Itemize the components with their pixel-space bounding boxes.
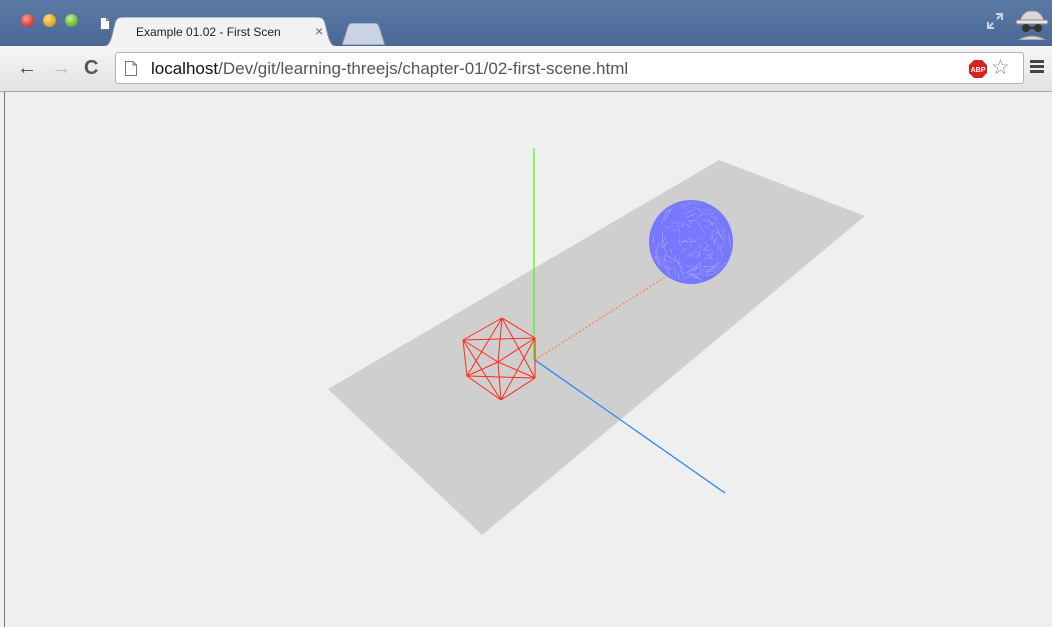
browser-toolbar: ← → C localhost/Dev/git/learning-threejs… xyxy=(0,46,1052,92)
url-host: localhost xyxy=(151,59,219,78)
url-text: localhost/Dev/git/learning-threejs/chapt… xyxy=(151,59,628,79)
svg-text:ABP: ABP xyxy=(971,67,986,74)
address-bar[interactable]: localhost/Dev/git/learning-threejs/chapt… xyxy=(115,52,1024,84)
back-button[interactable]: ← xyxy=(17,56,37,80)
page-viewport xyxy=(4,92,1052,627)
webgl-scene[interactable] xyxy=(5,92,1052,627)
page-icon xyxy=(100,17,110,30)
close-window-button[interactable] xyxy=(21,14,34,27)
adblock-icon[interactable]: ABP xyxy=(968,59,988,79)
new-tab-button[interactable] xyxy=(342,23,386,45)
bookmark-star-icon[interactable]: ☆ xyxy=(991,56,1010,80)
title-bar: Example 01.02 - First Scen × xyxy=(0,0,1052,47)
page-icon xyxy=(125,61,137,76)
tab-example[interactable]: Example 01.02 - First Scen × xyxy=(100,17,340,47)
ground-plane xyxy=(328,160,865,535)
tab-title: Example 01.02 - First Scen xyxy=(136,25,281,39)
minimize-window-button[interactable] xyxy=(43,14,56,27)
reload-button[interactable]: C xyxy=(84,56,98,80)
zoom-window-button[interactable] xyxy=(65,14,78,27)
wireframe-sphere xyxy=(649,200,733,284)
incognito-icon xyxy=(1015,10,1049,40)
menu-icon[interactable] xyxy=(1030,60,1044,74)
forward-button[interactable]: → xyxy=(51,56,71,80)
url-path: /Dev/git/learning-threejs/chapter-01/02-… xyxy=(218,59,629,78)
fullscreen-icon[interactable] xyxy=(986,12,1004,30)
tab-close-icon[interactable]: × xyxy=(315,23,323,39)
